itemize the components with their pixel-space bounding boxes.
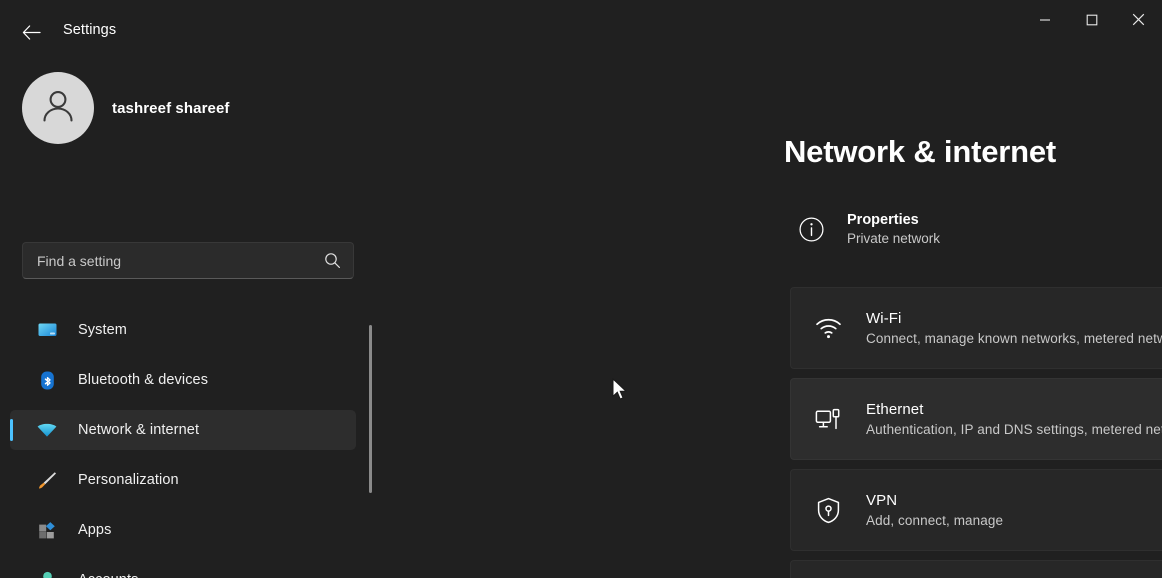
maximize-button[interactable] <box>1068 0 1115 44</box>
card-ethernet[interactable]: Ethernet Authentication, IP and DNS sett… <box>790 378 1162 460</box>
back-button[interactable] <box>14 16 48 48</box>
paintbrush-icon <box>36 469 58 491</box>
account-name: tashreef shareef <box>112 100 230 117</box>
card-subtitle: Add, connect, manage <box>866 513 1162 528</box>
avatar <box>22 72 94 144</box>
person-icon <box>36 569 58 578</box>
properties-subtitle: Private network <box>847 231 940 246</box>
close-button[interactable] <box>1115 0 1162 44</box>
wifi-icon <box>36 419 58 441</box>
card-title: Wi-Fi <box>866 310 1162 327</box>
person-avatar-icon <box>36 84 80 133</box>
minimize-icon <box>1039 13 1051 31</box>
card-subtitle: Connect, manage known networks, metered … <box>866 331 1162 346</box>
card-subtitle: Authentication, IP and DNS settings, met… <box>866 422 1162 437</box>
properties-tile[interactable]: Properties Private network <box>784 198 1114 260</box>
summary-row: Properties Private network Data usage 76… <box>784 198 1162 260</box>
card-vpn[interactable]: VPN Add, connect, manage <box>790 469 1162 551</box>
apps-blocks-icon <box>36 519 58 541</box>
search-input[interactable] <box>37 253 324 269</box>
back-arrow-icon <box>22 25 41 40</box>
info-circle-icon <box>796 214 826 244</box>
sidebar-item-label: Apps <box>78 522 111 538</box>
monitor-icon <box>36 319 58 341</box>
window-title: Settings <box>63 22 116 38</box>
card-mobile-hotspot[interactable]: Mobile hotspot Share your internet conne… <box>790 560 1162 578</box>
ethernet-icon <box>813 404 843 434</box>
sidebar-item-personalization[interactable]: Personalization <box>10 460 356 500</box>
card-wifi[interactable]: Wi-Fi Connect, manage known networks, me… <box>790 287 1162 369</box>
card-title: Ethernet <box>866 401 1162 418</box>
sidebar-item-accounts[interactable]: Accounts <box>10 560 356 578</box>
account-tile[interactable]: tashreef shareef <box>22 72 230 144</box>
window-body: tashreef shareef <box>0 62 1162 578</box>
sidebar-item-system[interactable]: System <box>10 310 356 350</box>
sidebar-item-apps[interactable]: Apps <box>10 510 356 550</box>
close-icon <box>1132 13 1145 31</box>
maximize-icon <box>1086 13 1098 31</box>
page-title: Network & internet <box>784 134 1056 170</box>
properties-title: Properties <box>847 212 940 228</box>
sidebar-item-label: Bluetooth & devices <box>78 372 208 388</box>
sidebar-item-label: Personalization <box>78 472 179 488</box>
network-cards-list: Wi-Fi Connect, manage known networks, me… <box>790 287 1162 578</box>
card-title: VPN <box>866 492 1162 509</box>
search-box[interactable] <box>22 242 354 279</box>
shield-lock-icon <box>813 495 843 525</box>
minimize-button[interactable] <box>1021 0 1068 44</box>
main-content: Network & internet Properties Private ne… <box>384 62 1162 578</box>
sidebar-item-network-internet[interactable]: Network & internet <box>10 410 356 450</box>
title-bar: Settings <box>0 0 1162 62</box>
sidebar: tashreef shareef <box>0 62 384 578</box>
settings-window: Settings <box>0 0 1162 578</box>
wifi-signal-icon <box>813 313 843 343</box>
window-controls <box>1021 0 1162 44</box>
sidebar-item-label: Network & internet <box>78 422 199 438</box>
bluetooth-icon <box>36 369 58 391</box>
sidebar-item-label: Accounts <box>78 572 138 578</box>
sidebar-item-bluetooth-devices[interactable]: Bluetooth & devices <box>10 360 356 400</box>
search-icon <box>324 252 341 269</box>
sidebar-item-label: System <box>78 322 127 338</box>
sidebar-nav: System Bluetooth & devices <box>0 310 384 578</box>
sidebar-scrollbar[interactable] <box>369 325 372 493</box>
